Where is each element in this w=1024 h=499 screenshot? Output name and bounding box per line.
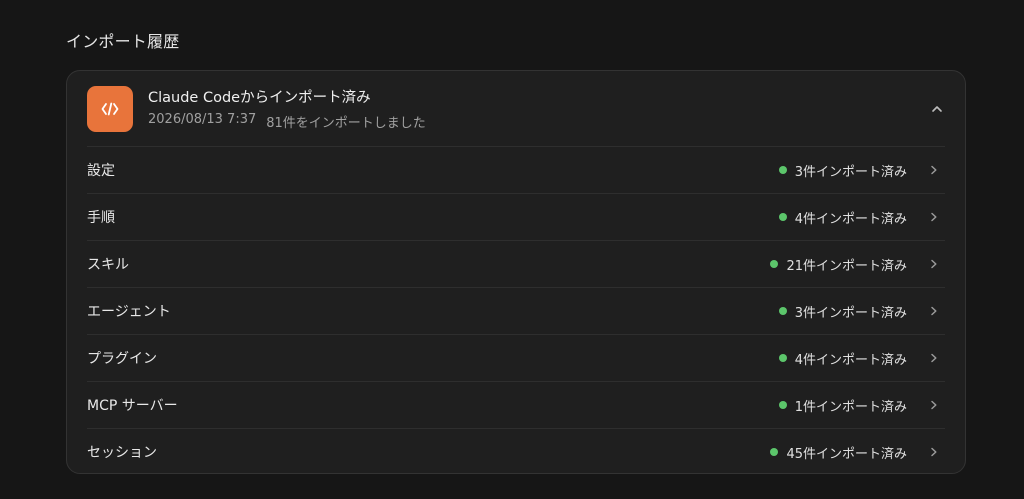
status-dot-icon bbox=[778, 307, 787, 315]
row-label: MCP サーバー bbox=[87, 398, 178, 414]
row-label: 手順 bbox=[87, 210, 115, 226]
row-status: 3件インポート済み bbox=[778, 161, 907, 180]
row-status: 21件インポート済み bbox=[770, 255, 907, 274]
status-dot-icon bbox=[778, 213, 787, 221]
import-category-list: 設定 3件インポート済み 手順 4件インポート済み スキル 21件インポート済み… bbox=[67, 146, 965, 473]
row-status: 1件インポート済み bbox=[778, 396, 907, 415]
import-card-header[interactable]: Claude Codeからインポート済み 2026/08/13 7:37 81件… bbox=[67, 71, 965, 146]
chevron-right-icon bbox=[923, 206, 945, 228]
import-row-instructions[interactable]: 手順 4件インポート済み bbox=[87, 193, 945, 240]
import-row-sessions[interactable]: セッション 45件インポート済み bbox=[87, 428, 945, 473]
import-history-card: Claude Codeからインポート済み 2026/08/13 7:37 81件… bbox=[66, 70, 966, 474]
status-dot-icon bbox=[778, 166, 787, 174]
row-label: エージェント bbox=[87, 304, 171, 320]
row-status-text: 3件インポート済み bbox=[794, 305, 907, 321]
status-dot-icon bbox=[770, 260, 779, 268]
chevron-right-icon bbox=[923, 347, 945, 369]
import-card-header-text: Claude Codeからインポート済み 2026/08/13 7:37 81件… bbox=[148, 86, 426, 131]
status-dot-icon bbox=[778, 401, 787, 409]
import-row-plugins[interactable]: プラグイン 4件インポート済み bbox=[87, 334, 945, 381]
code-brackets-icon bbox=[87, 85, 133, 132]
row-status: 4件インポート済み bbox=[778, 208, 907, 227]
chevron-right-icon bbox=[923, 394, 945, 416]
row-label: プラグイン bbox=[87, 351, 157, 367]
collapse-button[interactable] bbox=[925, 97, 949, 121]
row-status-text: 4件インポート済み bbox=[794, 211, 907, 227]
chevron-right-icon bbox=[923, 441, 945, 463]
row-status: 3件インポート済み bbox=[778, 302, 907, 321]
import-timestamp: 2026/08/13 7:37 bbox=[148, 112, 257, 127]
row-status-text: 4件インポート済み bbox=[794, 352, 907, 368]
status-dot-icon bbox=[778, 354, 787, 362]
chevron-right-icon bbox=[923, 300, 945, 322]
chevron-right-icon bbox=[923, 253, 945, 275]
chevron-right-icon bbox=[923, 159, 945, 181]
import-row-agents[interactable]: エージェント 3件インポート済み bbox=[87, 287, 945, 334]
section-title: インポート履歴 bbox=[66, 32, 180, 51]
row-label: セッション bbox=[87, 445, 157, 461]
import-card-title: Claude Codeからインポート済み bbox=[148, 90, 371, 106]
row-status: 4件インポート済み bbox=[778, 349, 907, 368]
chevron-up-icon bbox=[932, 106, 942, 112]
row-status-text: 1件インポート済み bbox=[794, 399, 907, 415]
import-card-subtitle: 2026/08/13 7:37 81件をインポートしました bbox=[148, 112, 426, 131]
import-row-mcp-servers[interactable]: MCP サーバー 1件インポート済み bbox=[87, 381, 945, 428]
row-status-text: 21件インポート済み bbox=[786, 258, 907, 274]
status-dot-icon bbox=[770, 448, 779, 456]
row-label: スキル bbox=[87, 257, 129, 273]
import-row-settings[interactable]: 設定 3件インポート済み bbox=[87, 146, 945, 193]
import-summary: 81件をインポートしました bbox=[266, 116, 426, 131]
row-status: 45件インポート済み bbox=[770, 443, 907, 462]
row-status-text: 3件インポート済み bbox=[794, 164, 907, 180]
import-row-skills[interactable]: スキル 21件インポート済み bbox=[87, 240, 945, 287]
row-status-text: 45件インポート済み bbox=[786, 446, 907, 462]
row-label: 設定 bbox=[87, 163, 115, 179]
